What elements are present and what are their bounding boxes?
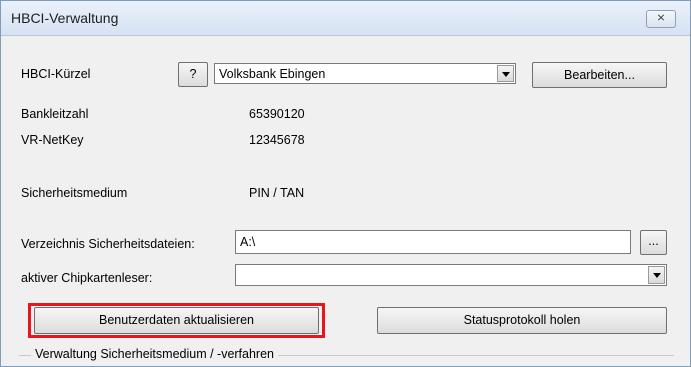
security-medium-group-label: Verwaltung Sicherheitsmedium / -verfahre… [31,347,279,361]
card-reader-select[interactable] [235,264,667,286]
window-title: HBCI-Verwaltung [11,10,119,26]
hbci-dialog: HBCI-Verwaltung ⨯ HBCI-Kürzel ? Volksban… [0,0,691,367]
blz-value: 65390120 [249,107,305,121]
edit-button[interactable]: Bearbeiten... [532,62,667,88]
directory-input-value: A:\ [240,235,256,249]
directory-label: Verzeichnis Sicherheitsdateien: [21,237,195,251]
help-button[interactable]: ? [178,62,208,87]
card-reader-label: aktiver Chipkartenleser: [21,271,153,285]
bank-select[interactable]: Volksbank Ebingen [214,63,516,84]
bank-select-value: Volksbank Ebingen [219,67,326,81]
blz-label: Bankleitzahl [21,107,89,121]
medium-value: PIN / TAN [249,186,305,200]
netkey-value: 12345678 [249,133,305,147]
title-bar[interactable]: HBCI-Verwaltung ⨯ [1,1,690,36]
highlight-frame [28,303,325,338]
netkey-label: VR-NetKey [21,133,84,147]
medium-label: Sicherheitsmedium [21,186,128,200]
directory-input[interactable]: A:\ [235,230,631,254]
ellipsis-icon: ... [648,234,659,248]
close-button[interactable]: ⨯ [646,10,676,28]
chevron-down-icon[interactable] [497,65,514,82]
fetch-status-log-button[interactable]: Statusprotokoll holen [377,307,667,334]
hbci-kuerzel-label: HBCI-Kürzel [21,67,91,81]
close-icon: ⨯ [656,12,666,24]
browse-button[interactable]: ... [640,230,667,255]
chevron-down-icon[interactable] [648,266,665,284]
help-icon: ? [189,67,197,81]
